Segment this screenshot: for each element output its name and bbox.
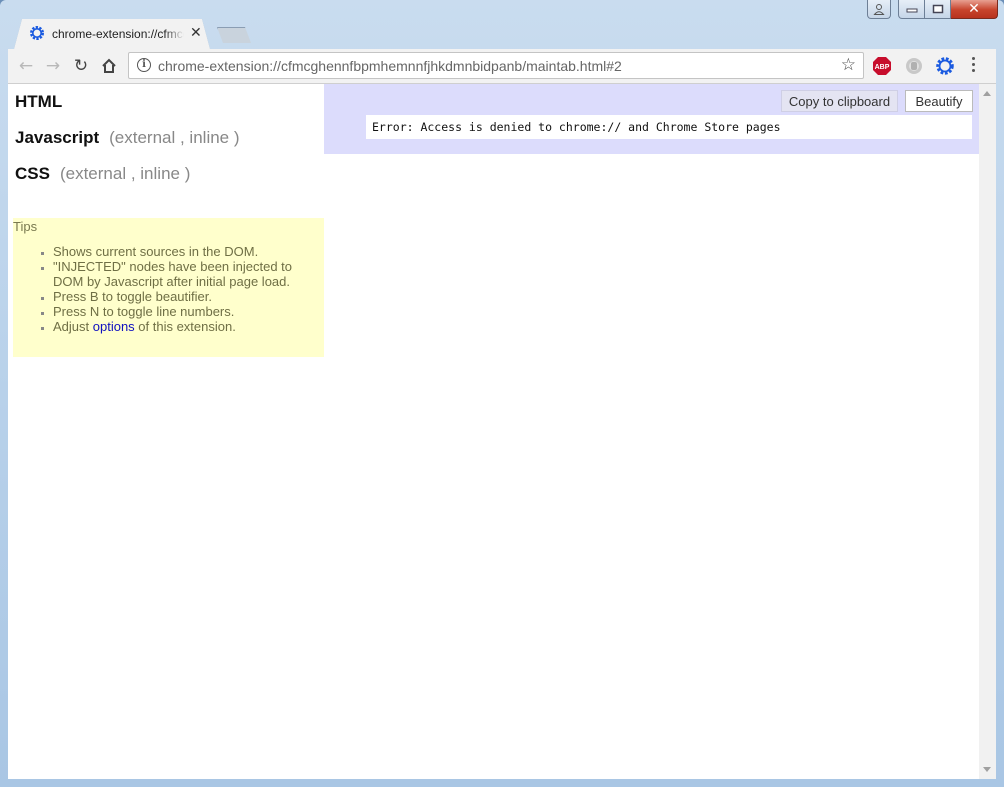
tip-text: Adjust xyxy=(53,319,93,334)
window-controls: ✕ xyxy=(867,0,998,19)
view-source-gear-icon[interactable] xyxy=(935,56,955,76)
beautify-button[interactable]: Beautify xyxy=(905,90,973,112)
chrome-menu-button[interactable] xyxy=(970,57,976,72)
section-css-title[interactable]: CSS xyxy=(15,164,50,183)
info-icon[interactable]: i xyxy=(137,58,151,72)
menu-dot xyxy=(971,69,975,72)
section-css[interactable]: CSS (external , inline ) xyxy=(15,164,190,184)
home-icon xyxy=(102,58,116,73)
tips-list: Shows current sources in the DOM. "INJEC… xyxy=(13,244,324,334)
close-icon: ✕ xyxy=(968,1,980,17)
abp-label: ABP xyxy=(875,64,890,71)
copy-to-clipboard-button[interactable]: Copy to clipboard xyxy=(781,90,898,112)
home-button[interactable] xyxy=(98,56,120,76)
scroll-up-arrow-icon[interactable] xyxy=(983,91,991,96)
source-panel: Copy to clipboard Beautify Error: Access… xyxy=(324,84,979,154)
minimize-button[interactable] xyxy=(898,0,925,19)
forward-button[interactable]: → xyxy=(42,56,64,76)
section-javascript-title[interactable]: Javascript xyxy=(15,128,99,147)
vertical-scrollbar[interactable] xyxy=(979,84,996,779)
section-html[interactable]: HTML xyxy=(15,92,62,112)
tab-active[interactable]: chrome-extension://cfmcghennfbpmhemnnfjh… xyxy=(14,19,210,49)
tip-item: Press N to toggle line numbers. xyxy=(53,304,324,319)
adblock-plus-icon[interactable]: ABP xyxy=(872,56,892,76)
url-text[interactable]: chrome-extension://cfmcghennfbpmhemnnfjh… xyxy=(158,58,622,74)
browser-window: ✕ chrome-extension://cfmcghennfbpmhemnnf… xyxy=(0,0,1004,787)
minimize-icon xyxy=(906,8,917,13)
title-bar: ✕ chrome-extension://cfmcghennfbpmhemnnf… xyxy=(0,0,1004,50)
tab-title: chrome-extension://cfmcghennfbpmhemnnfjh… xyxy=(52,27,184,41)
person-icon xyxy=(873,4,885,15)
new-tab-button[interactable] xyxy=(217,27,251,43)
menu-dot xyxy=(971,63,975,66)
reload-button[interactable]: ↻ xyxy=(70,56,92,76)
tab-close-icon[interactable]: ✕ xyxy=(190,25,202,41)
tips-box: Tips Shows current sources in the DOM. "… xyxy=(13,218,324,357)
back-button[interactable]: ← xyxy=(15,56,37,76)
maximize-icon xyxy=(932,4,943,14)
menu-dot xyxy=(971,57,975,60)
tip-item: Adjust options of this extension. xyxy=(53,319,324,334)
reload-icon: ↻ xyxy=(73,56,89,76)
tip-text: of this extension. xyxy=(134,319,236,334)
options-link[interactable]: options xyxy=(93,319,135,334)
tip-item: "INJECTED" nodes have been injected to D… xyxy=(53,259,324,289)
arrow-right-icon: → xyxy=(45,56,61,76)
arrow-left-icon: ← xyxy=(18,56,34,76)
profile-button[interactable] xyxy=(867,0,891,19)
tip-item: Shows current sources in the DOM. xyxy=(53,244,324,259)
hand-extension-icon[interactable] xyxy=(904,56,924,76)
tips-title: Tips xyxy=(13,219,38,234)
close-window-button[interactable]: ✕ xyxy=(951,0,998,19)
maximize-button[interactable] xyxy=(925,0,951,19)
section-javascript[interactable]: Javascript (external , inline ) xyxy=(15,128,240,148)
address-bar[interactable]: i chrome-extension://cfmcghennfbpmhemnnf… xyxy=(128,52,864,79)
section-html-title[interactable]: HTML xyxy=(15,92,62,111)
page-content: HTML Javascript (external , inline ) CSS (… xyxy=(8,84,996,779)
tip-item: Press B to toggle beautifier. xyxy=(53,289,324,304)
scroll-down-arrow-icon[interactable] xyxy=(983,767,991,772)
section-css-sub: (external , inline ) xyxy=(59,164,191,183)
source-code-block: Error: Access is denied to chrome:// and… xyxy=(366,115,972,139)
bookmark-star-icon[interactable]: ☆ xyxy=(841,55,856,75)
section-javascript-sub: (external , inline ) xyxy=(109,128,240,147)
browser-toolbar: ← → ↻ i chrome-extension://cfmcghennfbpm… xyxy=(8,49,996,84)
gear-icon xyxy=(30,26,44,40)
